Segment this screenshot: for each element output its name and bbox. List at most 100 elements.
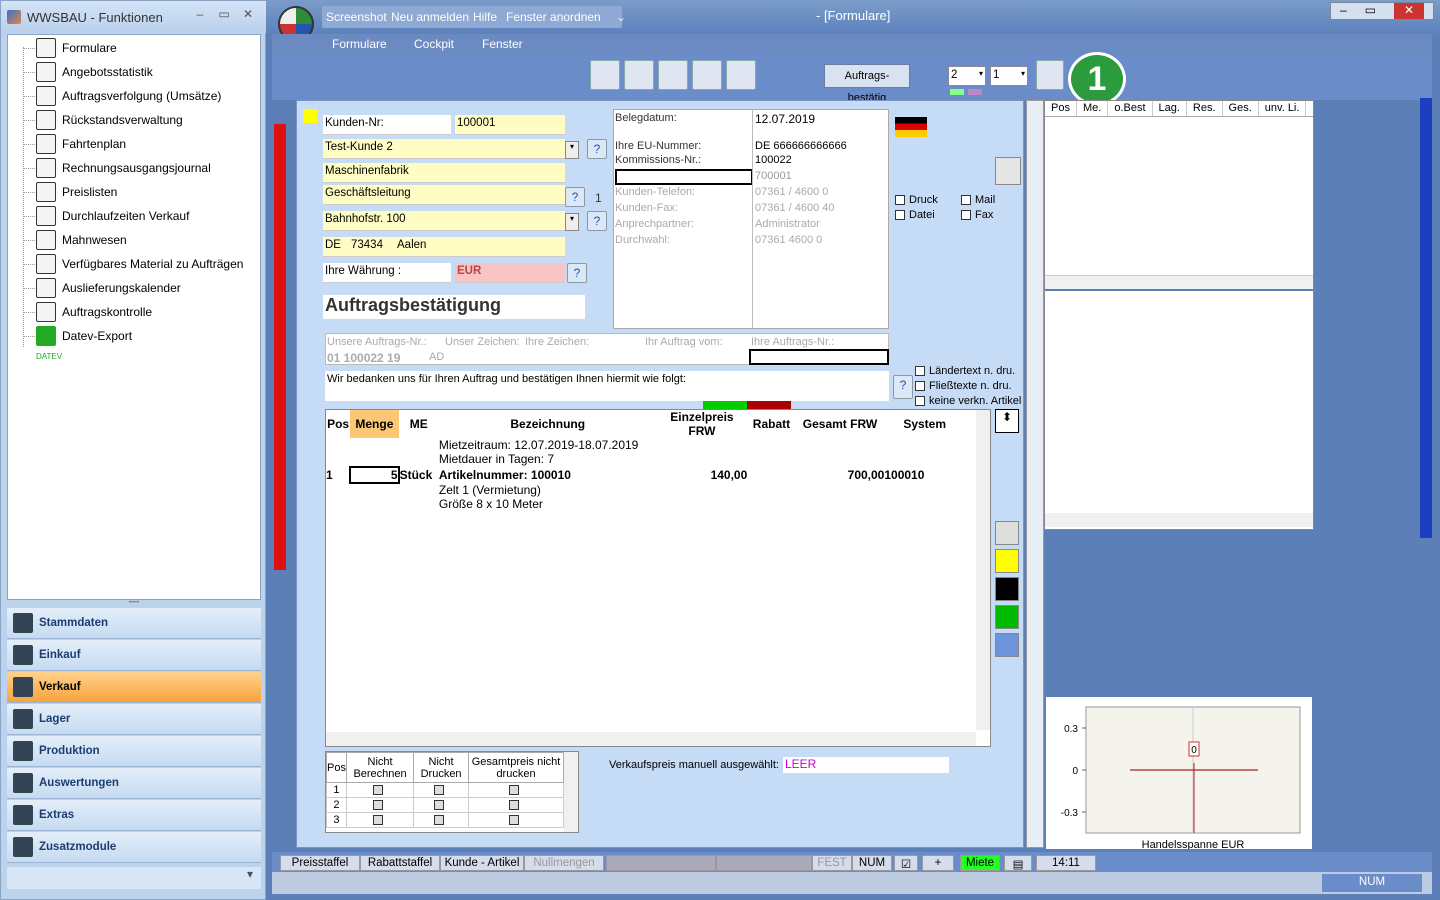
table-cell[interactable] [326, 438, 350, 452]
copies-select-2[interactable]: 1 ▾ [990, 66, 1028, 86]
status-nullmengen[interactable]: Nullmengen [524, 855, 604, 871]
close-icon[interactable]: ✕ [1393, 3, 1425, 19]
nav-produktion[interactable]: Produktion [7, 736, 261, 767]
name1-field[interactable]: Test-Kunde 2 [323, 139, 565, 159]
stock-column-header[interactable]: unv. Li. [1259, 101, 1307, 116]
table-cell[interactable]: 140,00 [657, 467, 748, 483]
table-cell[interactable]: Zelt 1 (Vermietung) [439, 483, 657, 497]
maximize-icon[interactable]: ▭ [215, 7, 233, 23]
option-laendertext[interactable]: Ländertext n. dru. [915, 365, 1015, 377]
nav-verkauf[interactable]: Verkauf [7, 672, 261, 703]
option-fliesstexte[interactable]: Fließtexte n. dru. [915, 380, 1012, 392]
checkbox-datei[interactable]: Datei [895, 209, 935, 221]
flags-cell[interactable] [345, 797, 415, 813]
table-cell[interactable]: 5 [349, 466, 400, 484]
table-row[interactable]: Mietzeitraum: 12.07.2019-18.07.2019 [326, 438, 965, 452]
nav-zusatzmodule[interactable]: Zusatzmodule [7, 832, 261, 863]
table-cell[interactable] [747, 483, 795, 497]
table-cell[interactable] [350, 497, 398, 511]
color-black-swatch[interactable] [995, 577, 1019, 601]
street-help-icon[interactable]: ? [587, 211, 607, 231]
table-cell[interactable] [796, 452, 885, 466]
color-yellow-swatch[interactable] [995, 549, 1019, 573]
tree-item[interactable]: Datev-Export [36, 325, 132, 347]
table-cell[interactable]: Mietzeitraum: 12.07.2019-18.07.2019 [439, 438, 657, 452]
stock-column-header[interactable]: Ges. [1223, 101, 1259, 116]
flags-cell[interactable] [413, 782, 470, 798]
flag-checkbox[interactable] [509, 785, 520, 796]
ref-value-2[interactable]: AD [429, 351, 444, 363]
tree-item[interactable]: Formulare [36, 37, 117, 59]
table-cell[interactable] [796, 483, 885, 497]
flag-checkbox[interactable] [434, 800, 445, 811]
status-doc-icon[interactable]: ▤ [1004, 855, 1032, 871]
status-kunde-artikel[interactable]: Kunde - Artikel [440, 855, 524, 871]
flag-checkbox[interactable] [509, 800, 520, 811]
waehrung-help-icon[interactable]: ? [567, 263, 587, 283]
ref-value-1[interactable]: 01 100022 19 [327, 351, 400, 365]
nav-extras[interactable]: Extras [7, 800, 261, 831]
street-dropdown-icon[interactable]: ▾ [565, 213, 579, 231]
checkbox-mail[interactable]: Mail [961, 194, 995, 206]
mail-icon[interactable] [692, 60, 722, 90]
save-icon[interactable] [1036, 60, 1064, 90]
table-cell[interactable] [747, 438, 795, 452]
color-green-swatch[interactable] [995, 605, 1019, 629]
flag-checkbox[interactable] [509, 815, 520, 826]
tree-item[interactable]: Rückstandsverwaltung [36, 109, 183, 131]
table-cell[interactable] [399, 497, 439, 511]
column-header[interactable]: Menge [350, 410, 399, 438]
kunden-nr-field[interactable]: 100001 [455, 115, 565, 135]
name3-help-icon[interactable]: ? [565, 187, 585, 207]
mail-send-icon[interactable] [726, 60, 756, 90]
tree-item[interactable]: Rechnungsausgangsjournal [36, 157, 211, 179]
table-cell[interactable] [657, 497, 748, 511]
splitter-handle[interactable]: ••••• [7, 600, 261, 606]
monitor-icon[interactable] [658, 60, 688, 90]
table-cell[interactable]: Mietdauer in Tagen: 7 [439, 452, 657, 466]
status-plus-icon[interactable]: + [922, 855, 954, 871]
table-cell[interactable] [326, 452, 350, 466]
stock-column-header[interactable]: Me. [1077, 101, 1109, 116]
street-field[interactable]: Bahnhofstr. 100 [323, 211, 565, 231]
table-cell[interactable] [657, 438, 748, 452]
table-row[interactable]: 1 5 Stück Artikelnummer: 100010 140,00 700,00… [326, 466, 965, 484]
belegdatum-field[interactable]: 12.07.2019 [755, 112, 815, 126]
flag-checkbox[interactable] [373, 785, 384, 796]
name1-help-icon[interactable]: ? [587, 139, 607, 159]
zip-field[interactable]: 73434 [349, 237, 395, 257]
menu-screenshot[interactable]: Screenshot [326, 10, 387, 24]
status-rabattstaffel[interactable]: Rabattstaffel [360, 855, 440, 871]
color-gray-swatch[interactable] [995, 521, 1019, 545]
stock-column-header[interactable]: Pos [1045, 101, 1077, 116]
name3-field[interactable]: Geschäftsleitung [323, 185, 565, 205]
column-header[interactable]: Gesamt FRW [796, 410, 885, 438]
flags-row[interactable]: 1 [326, 782, 564, 798]
tree-item[interactable]: Angebotsstatistik [36, 61, 153, 83]
print-icon[interactable] [590, 60, 620, 90]
table-cell[interactable] [884, 483, 965, 497]
option-keine-verkn[interactable]: keine verkn. Artikel [915, 395, 1021, 407]
checkbox-druck[interactable]: Druck [895, 194, 938, 206]
menu-neu-anmelden[interactable]: Neu anmelden [391, 10, 469, 24]
table-cell[interactable] [747, 497, 795, 511]
stock-column-header[interactable]: o.Best [1108, 101, 1153, 116]
table-row[interactable]: Größe 8 x 10 Meter [326, 497, 965, 511]
table-cell[interactable] [326, 483, 350, 497]
tree-item[interactable]: Auslieferungskalender [36, 277, 181, 299]
nav-more-icon[interactable]: ▾ [7, 867, 261, 889]
table-cell[interactable] [657, 452, 748, 466]
stock-hscroll[interactable] [1045, 275, 1313, 289]
tree-item[interactable]: Preislisten [36, 181, 117, 203]
form-scrollbar[interactable] [1026, 100, 1044, 848]
tree-item[interactable]: Verfügbares Material zu Aufträgen [36, 253, 243, 275]
copies-select-1[interactable]: 2 ▾ [948, 66, 986, 86]
flag-checkbox[interactable] [373, 815, 384, 826]
flag-checkbox[interactable] [373, 800, 384, 811]
stock-column-header[interactable]: Lag. [1153, 101, 1187, 116]
flags-cell[interactable] [413, 797, 470, 813]
column-header[interactable]: System [884, 410, 965, 438]
minimize-icon[interactable]: – [191, 7, 209, 23]
column-header[interactable]: ME [399, 410, 439, 438]
tree-item[interactable]: Durchlaufzeiten Verkauf [36, 205, 189, 227]
